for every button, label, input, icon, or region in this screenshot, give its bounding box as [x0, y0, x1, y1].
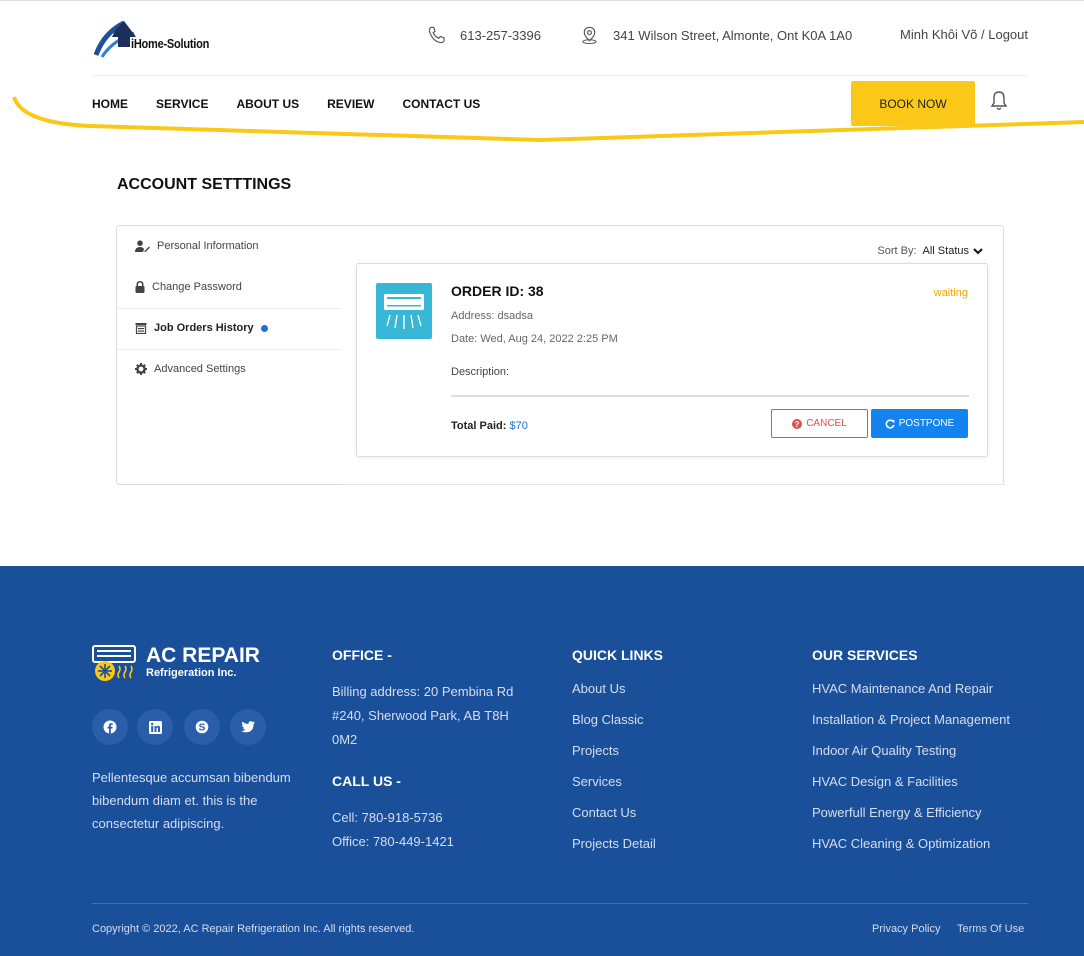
sidebar-item-advanced-settings[interactable]: Advanced Settings: [135, 363, 246, 375]
order-divider: [451, 395, 969, 397]
chevron-down-icon[interactable]: [973, 247, 983, 255]
sidebar-item-job-orders-history[interactable]: Job Orders History: [135, 322, 268, 334]
address-text: 341 Wilson Street, Almonte, Ont K0A 1A0: [613, 27, 853, 43]
footer-brand-subtitle: Refrigeration Inc.: [146, 667, 237, 679]
sidebar-item-label: Personal Information: [157, 240, 259, 252]
nav-contact-us[interactable]: CONTACT US: [402, 97, 480, 111]
air-conditioner-icon: [376, 283, 432, 339]
main-nav: HOME SERVICE ABOUT US REVIEW CONTACT US: [92, 97, 480, 111]
site-logo[interactable]: iHome-Solution: [94, 17, 244, 61]
book-now-button[interactable]: BOOK NOW: [851, 81, 975, 126]
order-status-badge: waiting: [933, 287, 968, 299]
service-link[interactable]: HVAC Maintenance And Repair: [812, 681, 993, 696]
header-phone[interactable]: 613-257-3396: [427, 25, 541, 45]
user-edit-icon: [135, 240, 150, 252]
logo-text: iHome-Solution: [131, 36, 210, 51]
question-circle-icon: ?: [792, 418, 803, 429]
nav-about-us[interactable]: ABOUT US: [236, 97, 299, 111]
site-header: iHome-Solution 613-257-3396 341 Wilson S…: [0, 0, 1084, 150]
sidebar-item-label: Job Orders History: [154, 322, 254, 334]
bell-icon[interactable]: [989, 90, 1009, 112]
sort-value[interactable]: All Status: [923, 245, 969, 257]
sidebar-item-label: Change Password: [152, 281, 242, 293]
page-title: ACCOUNT SETTTINGS: [117, 176, 292, 193]
sidebar-item-label: Advanced Settings: [154, 363, 246, 375]
total-amount: $70: [509, 420, 528, 432]
service-link[interactable]: Installation & Project Management: [812, 712, 1010, 727]
twitter-icon[interactable]: [230, 709, 266, 745]
service-link[interactable]: HVAC Design & Facilities: [812, 774, 958, 789]
office-title: OFFICE -: [332, 647, 392, 663]
office-address: Billing address: 20 Pembina Rd #240, She…: [332, 684, 514, 747]
postpone-label: POSTPONE: [898, 418, 955, 429]
total-label: Total Paid:: [451, 420, 507, 432]
quick-link-contact-us[interactable]: Contact Us: [572, 805, 636, 820]
ac-unit-logo-icon: [92, 645, 136, 681]
linkedin-icon[interactable]: [137, 709, 173, 745]
postpone-order-button[interactable]: POSTPONE: [871, 409, 968, 438]
history-icon: [135, 323, 147, 334]
phone-icon: [428, 26, 445, 44]
location-pin-icon: [582, 26, 597, 45]
redo-icon: [885, 418, 895, 429]
nav-service[interactable]: SERVICE: [156, 97, 208, 111]
sort-label: Sort By:: [877, 245, 917, 257]
office-phone[interactable]: Office: 780-449-1421: [332, 830, 454, 854]
cell-phone[interactable]: Cell: 780-918-5736: [332, 806, 443, 830]
sort-control[interactable]: Sort By: All Status: [877, 245, 983, 257]
lock-icon: [135, 281, 145, 293]
cancel-order-button[interactable]: ? CANCEL: [771, 409, 868, 438]
terms-of-use-link[interactable]: Terms Of Use: [957, 923, 1024, 935]
content-divider: [341, 484, 1005, 485]
sidebar-item-change-password[interactable]: Change Password: [135, 281, 242, 293]
service-link[interactable]: HVAC Cleaning & Optimization: [812, 836, 990, 851]
phone-number: 613-257-3396: [460, 27, 541, 43]
header-divider: [92, 75, 1028, 76]
service-link[interactable]: Powerfull Energy & Efficiency: [812, 805, 982, 820]
footer-about-text: Pellentesque accumsan bibendum bibendum …: [92, 770, 291, 831]
copyright-text: Copyright © 2022, AC Repair Refrigeratio…: [92, 923, 415, 935]
account-panel: Personal Information Change Password Job…: [116, 225, 1005, 485]
service-link[interactable]: Indoor Air Quality Testing: [812, 743, 956, 758]
logout-link[interactable]: Logout: [988, 27, 1028, 42]
gear-icon: [135, 363, 147, 375]
order-address: Address: dsadsa: [451, 310, 533, 322]
sidebar-divider: [117, 308, 341, 309]
order-description: Description:: [451, 366, 510, 378]
user-account-area: Minh Khôi Võ / Logout: [900, 27, 1028, 42]
footer-brand: AC REPAIR: [146, 644, 260, 667]
quick-link-services[interactable]: Services: [572, 774, 622, 789]
skype-icon[interactable]: S: [184, 709, 220, 745]
order-card: ORDER ID: 38 waiting Address: dsadsa Dat…: [356, 263, 988, 457]
header-address[interactable]: 341 Wilson Street, Almonte, Ont K0A 1A0: [580, 25, 852, 45]
call-us-title: CALL US -: [332, 773, 401, 789]
svg-text:?: ?: [795, 420, 800, 429]
order-id: ORDER ID: 38: [451, 283, 544, 299]
privacy-policy-link[interactable]: Privacy Policy: [872, 923, 940, 935]
order-total: Total Paid: $70: [451, 420, 528, 432]
active-indicator-dot: [260, 324, 268, 332]
quick-link-projects-detail[interactable]: Projects Detail: [572, 836, 656, 851]
nav-review[interactable]: REVIEW: [327, 97, 374, 111]
order-date: Date: Wed, Aug 24, 2022 2:25 PM: [451, 333, 618, 345]
sidebar-divider: [117, 349, 341, 350]
cancel-label: CANCEL: [806, 418, 847, 429]
sidebar-item-personal-information[interactable]: Personal Information: [135, 240, 259, 252]
quick-link-projects[interactable]: Projects: [572, 743, 619, 758]
svg-text:S: S: [199, 723, 206, 734]
user-name-link[interactable]: Minh Khôi Võ: [900, 27, 977, 42]
nav-home[interactable]: HOME: [92, 97, 128, 111]
quick-link-blog-classic[interactable]: Blog Classic: [572, 712, 644, 727]
user-separator: /: [980, 27, 985, 42]
quick-links-title: QUICK LINKS: [572, 647, 663, 663]
site-footer: AC REPAIR Refrigeration Inc. S Pellentes…: [0, 566, 1084, 956]
our-services-title: OUR SERVICES: [812, 647, 918, 663]
quick-link-about-us[interactable]: About Us: [572, 681, 625, 696]
facebook-icon[interactable]: [92, 709, 128, 745]
footer-divider: [92, 903, 1028, 904]
